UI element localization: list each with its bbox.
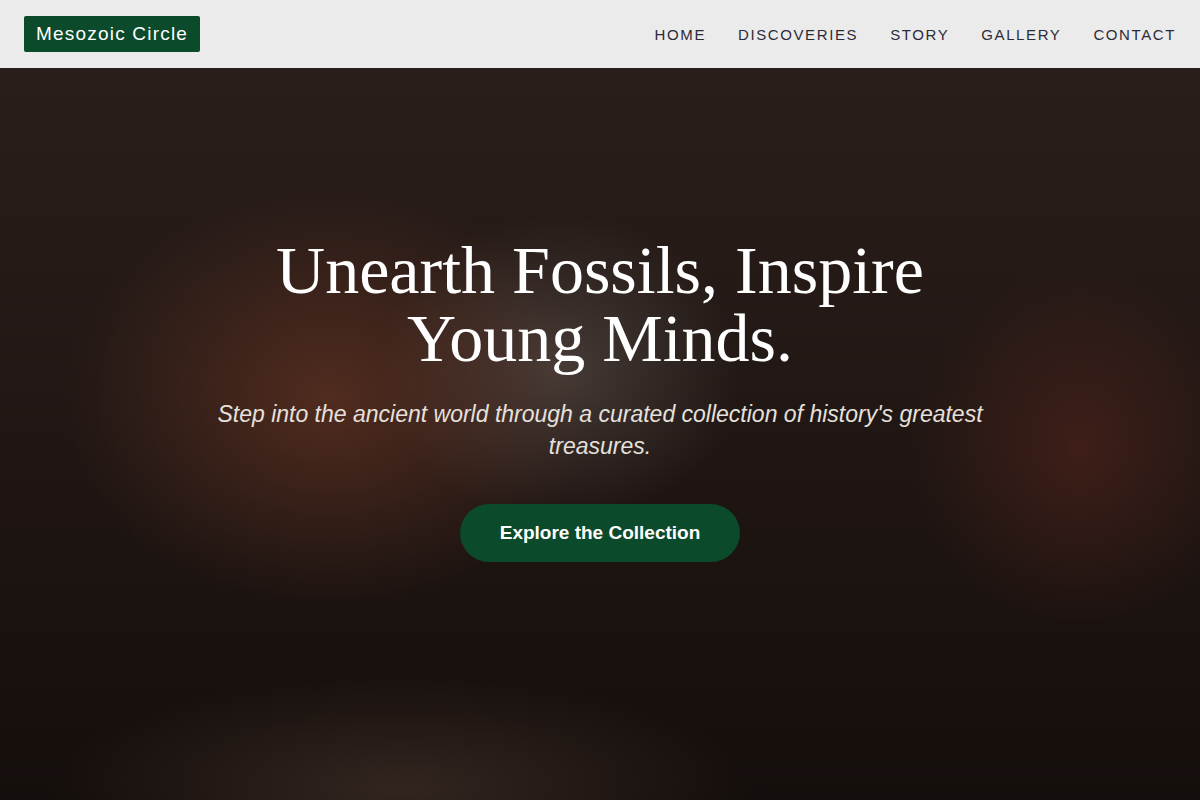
nav-item[interactable]: STORY bbox=[890, 26, 949, 43]
nav-item[interactable]: DISCOVERIES bbox=[738, 26, 858, 43]
nav-item[interactable]: CONTACT bbox=[1093, 26, 1176, 43]
site-logo[interactable]: Mesozoic Circle bbox=[24, 16, 200, 52]
top-nav: Mesozoic Circle HOME DISCOVERIES STORY GALLE… bbox=[0, 0, 1200, 68]
nav-item[interactable]: HOME bbox=[655, 26, 706, 43]
nav-menu: HOME DISCOVERIES STORY GALLERY CONTACT bbox=[655, 26, 1176, 43]
hero-section: Unearth Fossils, Inspire Young Minds. Ste… bbox=[0, 68, 1200, 800]
hero-subtitle: Step into the ancient world through a cu… bbox=[190, 398, 1010, 462]
page: Mesozoic Circle HOME DISCOVERIES STORY GALLE… bbox=[0, 0, 1200, 800]
nav-item[interactable]: GALLERY bbox=[981, 26, 1061, 43]
hero-title: Unearth Fossils, Inspire Young Minds. bbox=[200, 236, 1000, 372]
explore-button[interactable]: Explore the Collection bbox=[460, 504, 741, 562]
